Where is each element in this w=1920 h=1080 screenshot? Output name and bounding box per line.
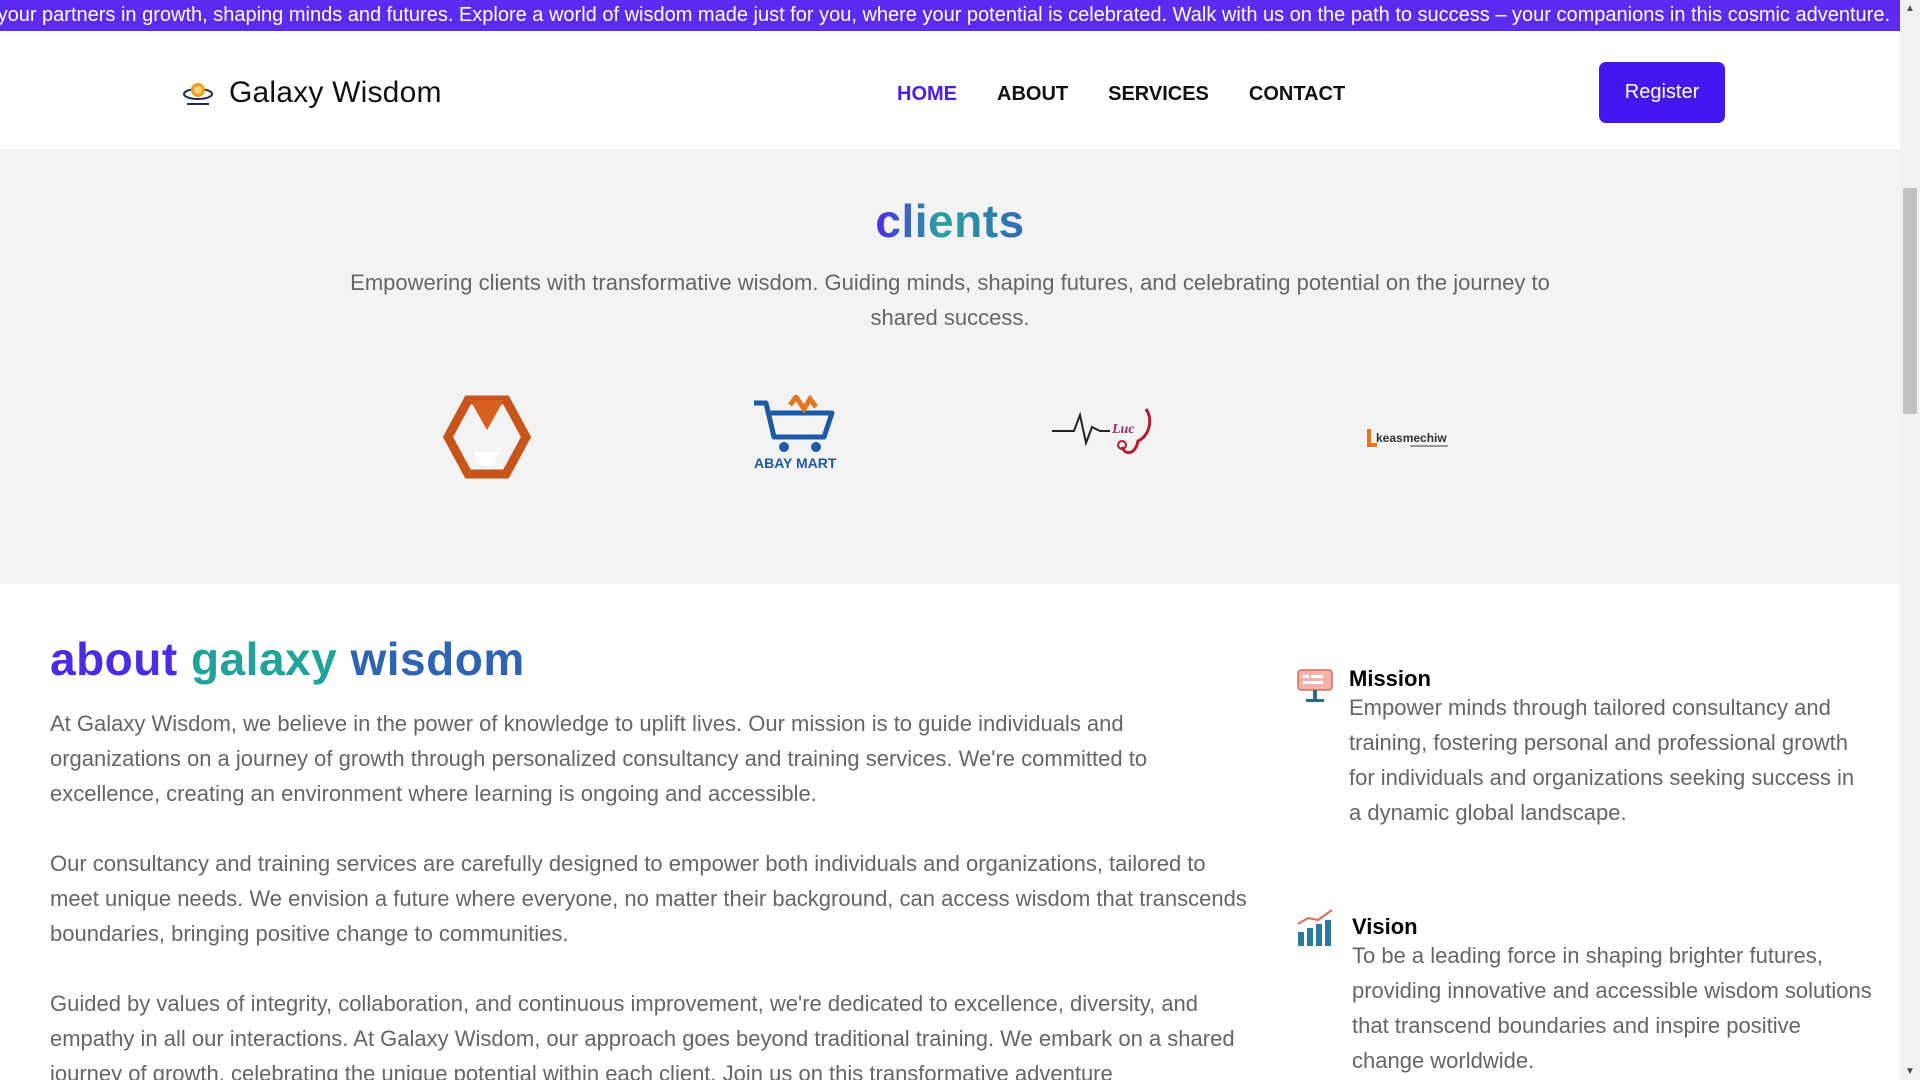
client-logo-1 — [440, 394, 534, 480]
clients-subtitle: Empowering clients with transformative w… — [350, 270, 1550, 330]
client-logo-4: keasmechiw — [1366, 424, 1452, 452]
vision-title: Vision — [1352, 914, 1418, 939]
clients-title: clients — [0, 194, 1900, 248]
nav-about[interactable]: ABOUT — [997, 80, 1068, 108]
nav-home[interactable]: HOME — [897, 80, 957, 108]
bar-chart-growth-icon — [1297, 909, 1333, 946]
page: your partners in growth, shaping minds a… — [0, 0, 1920, 1080]
mission-text: Empower minds through tailored consultan… — [1349, 695, 1855, 825]
about-paragraph-1: At Galaxy Wisdom, we believe in the powe… — [50, 711, 1148, 806]
register-button[interactable]: Register — [1599, 62, 1725, 123]
main-nav: HOME ABOUT SERVICES CONTACT — [897, 80, 1385, 108]
about-paragraph-2: Our consultancy and training services ar… — [50, 851, 1247, 946]
brand-name: Galaxy Wisdom — [229, 76, 442, 109]
abay-mart-text: ABAY MART — [754, 455, 837, 471]
presentation-board-icon — [1297, 669, 1333, 702]
about-title: about galaxy wisdom — [50, 632, 525, 686]
ticker-text: your partners in growth, shaping minds a… — [0, 4, 1890, 26]
vision-text: To be a leading force in shaping brighte… — [1352, 943, 1872, 1073]
announcement-ticker: your partners in growth, shaping minds a… — [0, 0, 1900, 31]
nav-services[interactable]: SERVICES — [1108, 80, 1209, 108]
keasmechiw-logo-icon: keasmechiw — [1367, 429, 1448, 447]
scroll-up-arrow-icon[interactable]: ▲ — [1900, 0, 1920, 17]
clients-section: clients Empowering clients with transfor… — [0, 149, 1900, 584]
keasmechiw-text: keasmechiw — [1376, 431, 1447, 445]
client-logo-3: Luc — [1052, 401, 1156, 463]
brand-logo[interactable]: Galaxy Wisdom — [181, 76, 442, 110]
clients-title-text: clients — [875, 195, 1025, 247]
mission-title: Mission — [1349, 666, 1431, 691]
scrollbar-thumb[interactable] — [1903, 188, 1917, 414]
luc-logo-text: Luc — [1111, 422, 1135, 437]
about-title-word-3: wisdom — [350, 633, 525, 685]
about-paragraph-3: Guided by values of integrity, collabora… — [50, 991, 1235, 1080]
galaxy-wisdom-logo-icon — [183, 83, 213, 105]
nav-contact[interactable]: CONTACT — [1249, 80, 1345, 108]
about-title-word-1: about — [50, 633, 178, 685]
site-header: Galaxy Wisdom HOME ABOUT SERVICES CONTAC… — [0, 31, 1900, 149]
vertical-scrollbar[interactable]: ▲ ▼ — [1900, 0, 1920, 1080]
abay-mart-cart-logo-icon: ABAY MART — [754, 395, 837, 471]
about-title-word-2: galaxy — [190, 633, 338, 685]
orange-hexagon-logo-icon — [442, 395, 532, 479]
scroll-down-arrow-icon[interactable]: ▼ — [1900, 1063, 1920, 1080]
client-logo-2: ABAY MART — [752, 395, 842, 471]
stethoscope-heartbeat-logo-icon: Luc — [1052, 408, 1152, 455]
